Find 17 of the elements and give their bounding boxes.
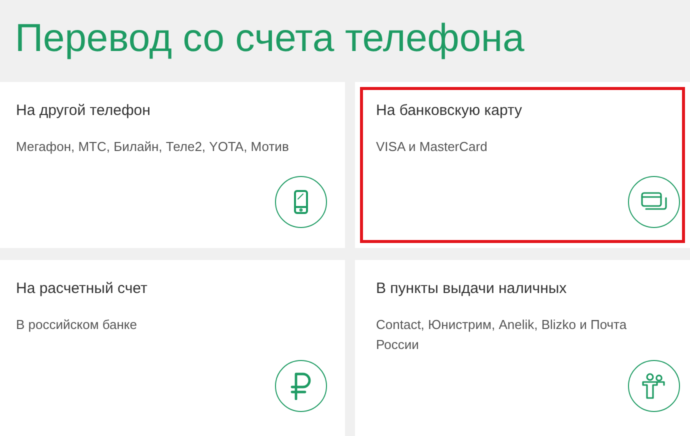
card-subtitle: Мегафон, МТС, Билайн, Теле2, YOTA, Мотив — [16, 138, 290, 156]
card-subtitle: В российском банке — [16, 316, 138, 334]
card-subtitle: VISA и MasterCard — [376, 138, 488, 156]
card-title: На банковскую карту — [376, 101, 524, 121]
ruble-icon — [290, 372, 312, 400]
cards-icon — [641, 192, 667, 212]
transfer-card[interactable]: На другой телефон Мегафон, МТС, Билайн, Теле2, YOTA, Мотив — [0, 82, 345, 248]
card-title: В пункты выдачи наличных — [376, 279, 568, 299]
card-title: На расчетный счет — [16, 279, 148, 299]
page-title: Перевод со счета телефона — [15, 18, 524, 58]
card-title: На другой телефон — [16, 101, 152, 121]
transfer-card[interactable]: В пункты выдачи наличных Contact, Юнистрим, Anelik, Blizko и Почта России — [355, 260, 690, 436]
transfer-card[interactable]: На расчетный счет В российском банке — [0, 260, 345, 436]
people-icon — [641, 373, 667, 399]
card-subtitle: Contact, Юнистрим, Anelik, Blizko и Почта России — [376, 316, 628, 354]
transfer-card[interactable]: На банковскую карту VISA и MasterCard — [355, 82, 690, 248]
phone-icon — [293, 190, 309, 214]
